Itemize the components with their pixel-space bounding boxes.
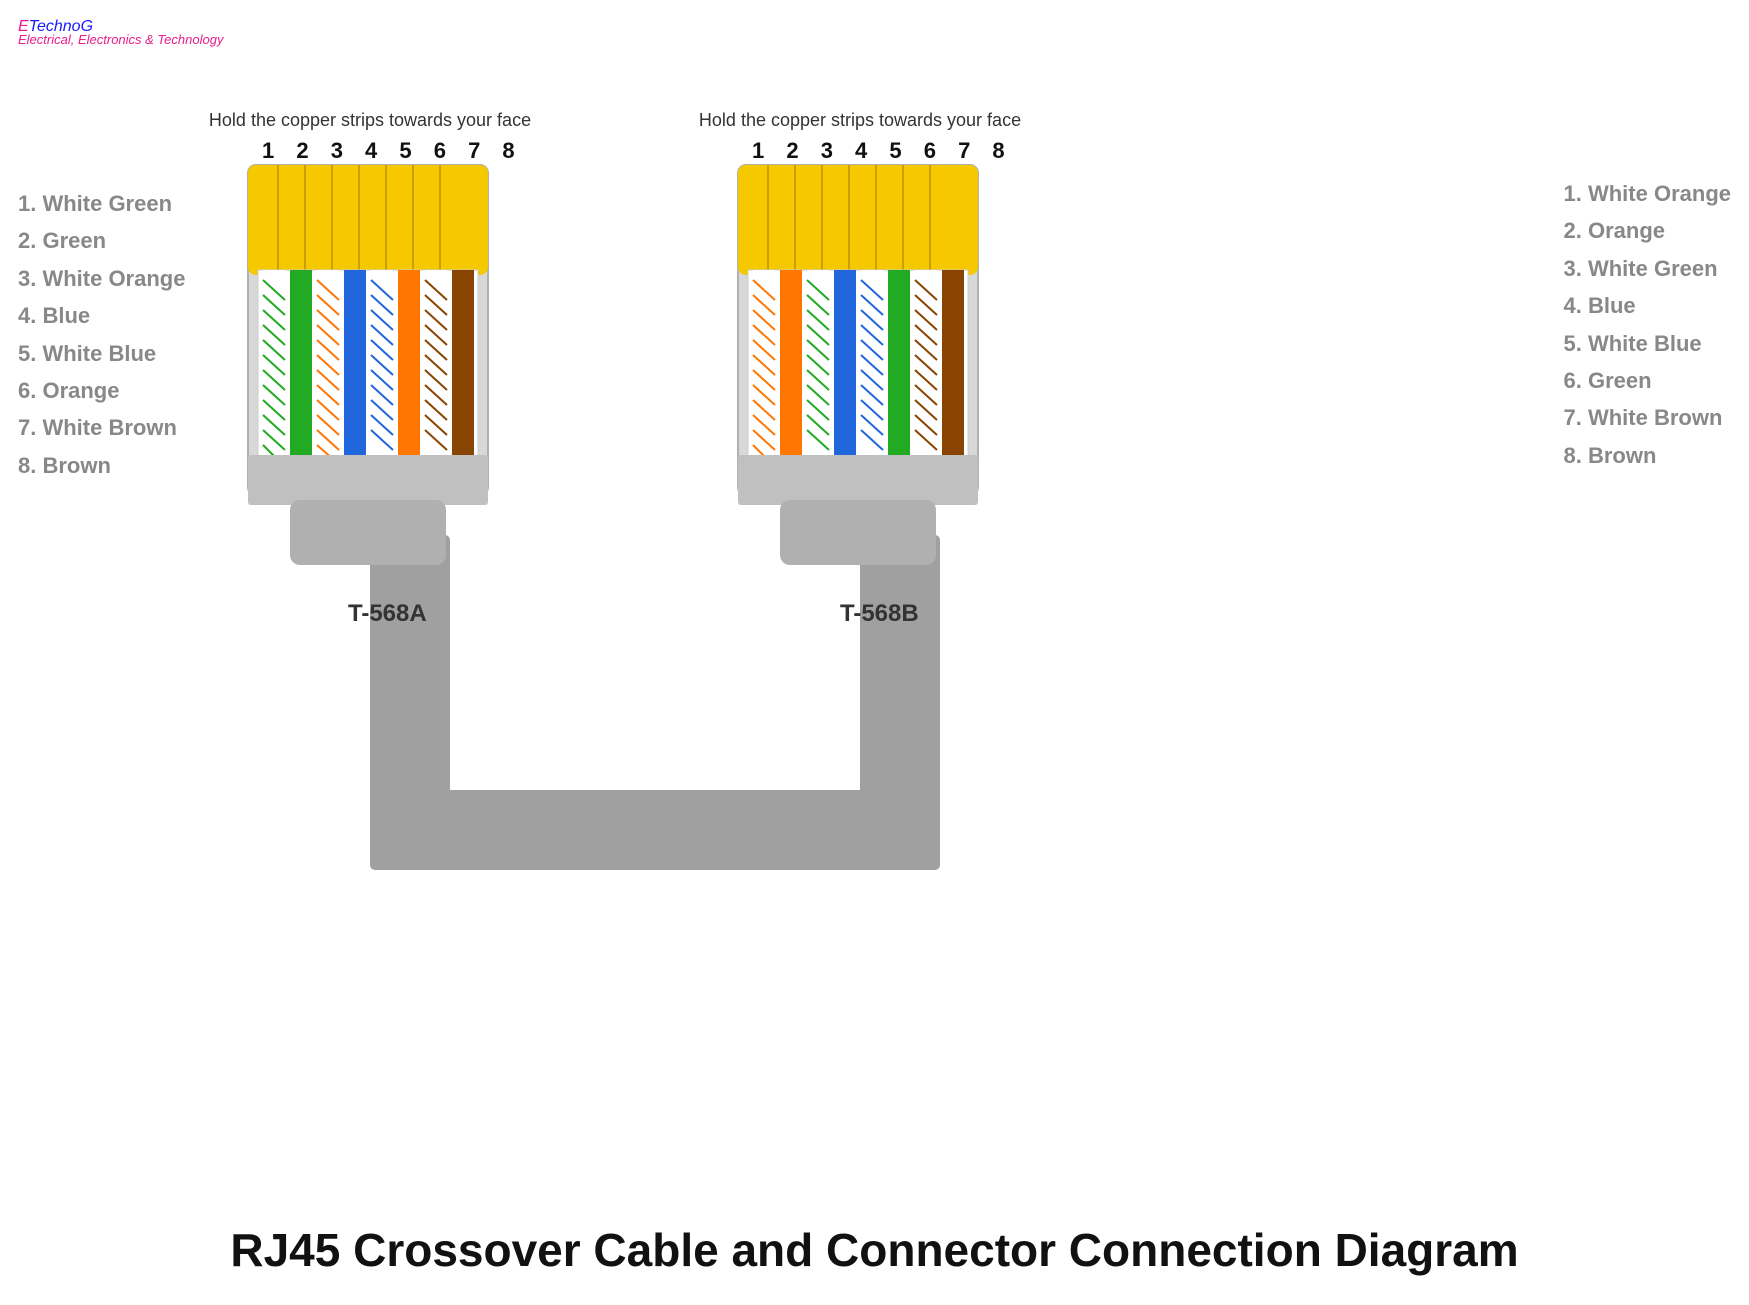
left-wire-2: 2. Green [18,222,185,259]
right-wire-2: 2. Orange [1564,212,1731,249]
pin-numbers-left: 1 2 3 4 5 6 7 8 [262,138,523,164]
instruction-right: Hold the copper strips towards your face [685,110,1035,131]
pin-numbers-right: 1 2 3 4 5 6 7 8 [752,138,1013,164]
instruction-left: Hold the copper strips towards your face [195,110,545,131]
right-wire-6: 6. Green [1564,362,1731,399]
labels-left: 1. White Green 2. Green 3. White Orange … [18,185,185,484]
t568b-label: T-568B [840,600,919,628]
left-wire-1: 1. White Green [18,185,185,222]
left-wire-8: 8. Brown [18,447,185,484]
labels-right: 1. White Orange 2. Orange 3. White Green… [1564,175,1731,474]
right-wire-5: 5. White Blue [1564,325,1731,362]
right-wire-4: 4. Blue [1564,287,1731,324]
logo: ETechnoG Electrical, Electronics & Techn… [18,18,223,47]
left-wire-3: 3. White Orange [18,260,185,297]
diagram-svg [0,0,1749,1305]
left-wire-6: 6. Orange [18,372,185,409]
page-title: RJ45 Crossover Cable and Connector Conne… [0,1223,1749,1277]
left-wire-7: 7. White Brown [18,409,185,446]
right-wire-8: 8. Brown [1564,437,1731,474]
right-wire-1: 1. White Orange [1564,175,1731,212]
right-wire-3: 3. White Green [1564,250,1731,287]
logo-subtitle: Electrical, Electronics & Technology [18,32,223,47]
left-wire-4: 4. Blue [18,297,185,334]
right-wire-7: 7. White Brown [1564,399,1731,436]
t568a-label: T-568A [348,600,427,628]
left-wire-5: 5. White Blue [18,335,185,372]
